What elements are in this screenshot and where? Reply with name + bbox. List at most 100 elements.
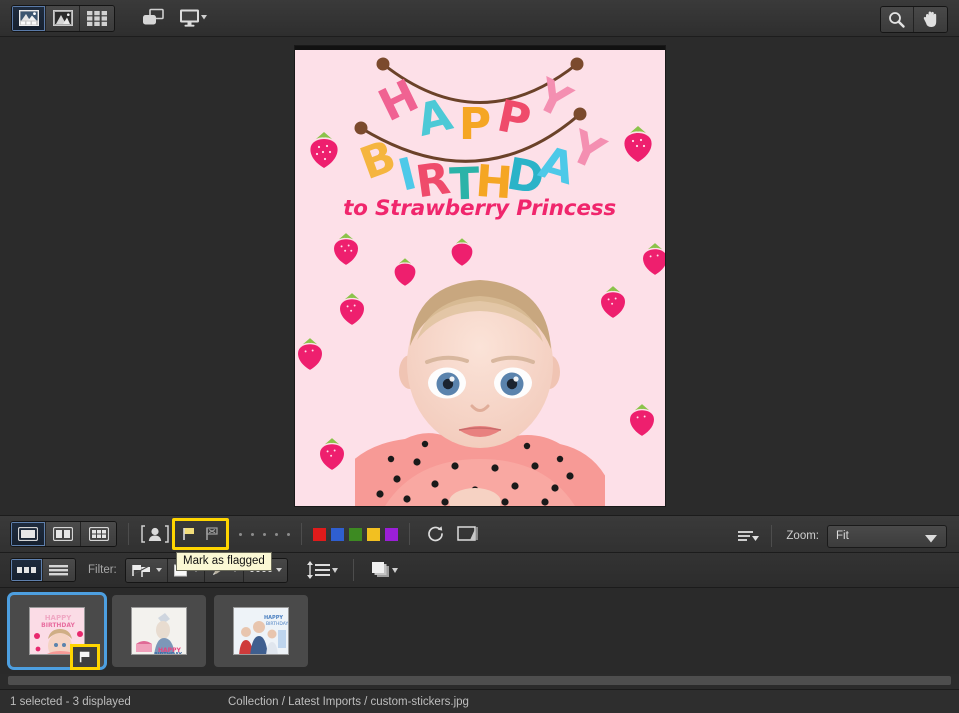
rating-dots[interactable] [239, 533, 290, 536]
thumbnail-flag-badge-highlight[interactable] [70, 644, 100, 670]
toolbar-divider [128, 523, 129, 545]
zoom-controls: Zoom: Fit [733, 523, 947, 549]
top-toolbar [0, 0, 959, 37]
color-label-blue[interactable] [331, 528, 344, 541]
display-monitor-icon [179, 8, 209, 28]
color-label-purple[interactable] [385, 528, 398, 541]
two-flags-icon [131, 563, 153, 578]
card-message-text: to Strawberry Princess [295, 196, 665, 221]
sort-list-icon [736, 528, 760, 544]
svg-text:BIRTHDAY: BIRTHDAY [154, 652, 182, 655]
file-path-breadcrumb: Collection / Latest Imports / custom-sti… [228, 696, 469, 708]
svg-text:BIRTHDAY: BIRTHDAY [41, 622, 75, 629]
chevron-down-icon [925, 535, 937, 543]
svg-text:P: P [492, 91, 534, 148]
sort-order-button[interactable] [302, 557, 342, 583]
thumbnail-image: HAPPY BIRTHDAY [233, 607, 289, 655]
compare-view-button[interactable] [135, 6, 171, 31]
filmstrip-layout-button[interactable] [11, 559, 43, 581]
flag-rejected-icon [204, 526, 220, 542]
grid-icon [87, 11, 107, 26]
birthday-card-image: H A P P Y B I R T H D A Y to Strawberry … [295, 46, 665, 506]
toolbar-divider [301, 523, 302, 545]
filmstrip-scrollbar[interactable] [8, 676, 951, 685]
flag-filled-icon [78, 650, 92, 664]
photo-icon [53, 10, 73, 26]
selection-status: 1 selected - 3 displayed [10, 696, 131, 708]
rotate-cw-icon [426, 524, 446, 544]
zoom-select[interactable]: Fit [827, 525, 947, 548]
toolbar-divider [409, 523, 410, 545]
image-toolbar: Zoom: Fit [0, 515, 959, 553]
pan-tool-button[interactable] [914, 7, 947, 32]
list-layout-button[interactable] [43, 559, 75, 581]
svg-text:P: P [458, 99, 490, 150]
rating-dot[interactable] [251, 533, 254, 536]
sort-list-button[interactable] [733, 523, 763, 549]
people-icon [140, 524, 170, 544]
thumbnail-filmstrip: HAPPY BIRTHDAY [0, 588, 959, 674]
svg-text:HAPPY: HAPPY [45, 614, 73, 622]
filmstrip-layout-icon [17, 565, 37, 575]
color-label-green[interactable] [349, 528, 362, 541]
color-label-red[interactable] [313, 528, 326, 541]
baby-photo [355, 254, 605, 506]
rotate-button[interactable] [421, 521, 451, 547]
mark-as-flagged-button[interactable] [179, 524, 199, 544]
thumbnail-custom-stickers[interactable]: HAPPY BIRTHDAY [10, 595, 104, 667]
svg-text:HAPPY: HAPPY [264, 615, 283, 621]
color-label-swatches [313, 528, 398, 541]
status-bar: 1 selected - 3 displayed Collection / La… [0, 689, 959, 713]
rating-dot[interactable] [239, 533, 242, 536]
tooltip: Mark as flagged [176, 552, 272, 571]
strawberry-icon [317, 436, 347, 472]
sort-arrows-icon [306, 561, 338, 579]
filter-by-flag-button[interactable] [126, 559, 168, 582]
filter-label: Filter: [88, 564, 117, 576]
people-tag-button[interactable] [140, 521, 170, 547]
rating-dot[interactable] [263, 533, 266, 536]
thumbnail-family[interactable]: HAPPY BIRTHDAY [214, 595, 308, 667]
crop-icon [456, 524, 480, 544]
zoom-label: Zoom: [786, 530, 819, 542]
fill-view-icon [18, 527, 38, 541]
toolbar-divider [353, 559, 354, 581]
chevron-down-icon [276, 568, 282, 572]
grid-view-button[interactable] [81, 522, 116, 546]
filmstrip-layout-group [10, 558, 76, 582]
scrollbar-thumb[interactable] [8, 676, 951, 685]
compare-icon [141, 8, 165, 28]
flag-filled-icon [181, 526, 197, 542]
photo-manager-window: H A P P Y B I R T H D A Y to Strawberry … [0, 0, 959, 713]
strawberry-icon [307, 130, 341, 170]
top-single-photo-view-button[interactable] [12, 6, 46, 31]
fill-view-button[interactable] [11, 522, 46, 546]
top-right-tool-group [880, 6, 948, 33]
flag-buttons-highlight [172, 518, 229, 550]
thumbnail-birthday-cake[interactable]: HAPPY BIRTHDAY [112, 595, 206, 667]
hand-icon [921, 10, 941, 29]
rating-dot[interactable] [287, 533, 290, 536]
split-view-icon [53, 527, 73, 541]
svg-text:BIRTHDAY: BIRTHDAY [266, 621, 288, 627]
photo-with-filmstrip-icon [19, 10, 39, 26]
magnifier-icon [887, 11, 907, 29]
rating-dot[interactable] [275, 533, 278, 536]
mark-as-rejected-button[interactable] [202, 524, 222, 544]
thumbnail-image: HAPPY BIRTHDAY [131, 607, 187, 655]
top-view-mode-group [11, 5, 115, 32]
zoom-tool-button[interactable] [881, 7, 914, 32]
photo-preview-area[interactable]: H A P P Y B I R T H D A Y to Strawberry … [0, 37, 959, 515]
filter-toolbar: Filter: [0, 553, 959, 588]
stack-mode-button[interactable] [365, 557, 405, 583]
crop-button[interactable] [451, 521, 485, 547]
split-view-button[interactable] [46, 522, 81, 546]
top-photo-only-view-button[interactable] [46, 6, 80, 31]
top-grid-view-button[interactable] [80, 6, 114, 31]
display-options-button[interactable] [171, 6, 217, 31]
strawberry-icon [640, 241, 665, 277]
color-label-yellow[interactable] [367, 528, 380, 541]
bunting-banner-graphic: H A P P Y B I R T H D A Y [295, 46, 665, 221]
layout-mode-group [10, 521, 117, 547]
strawberry-icon [295, 336, 325, 372]
